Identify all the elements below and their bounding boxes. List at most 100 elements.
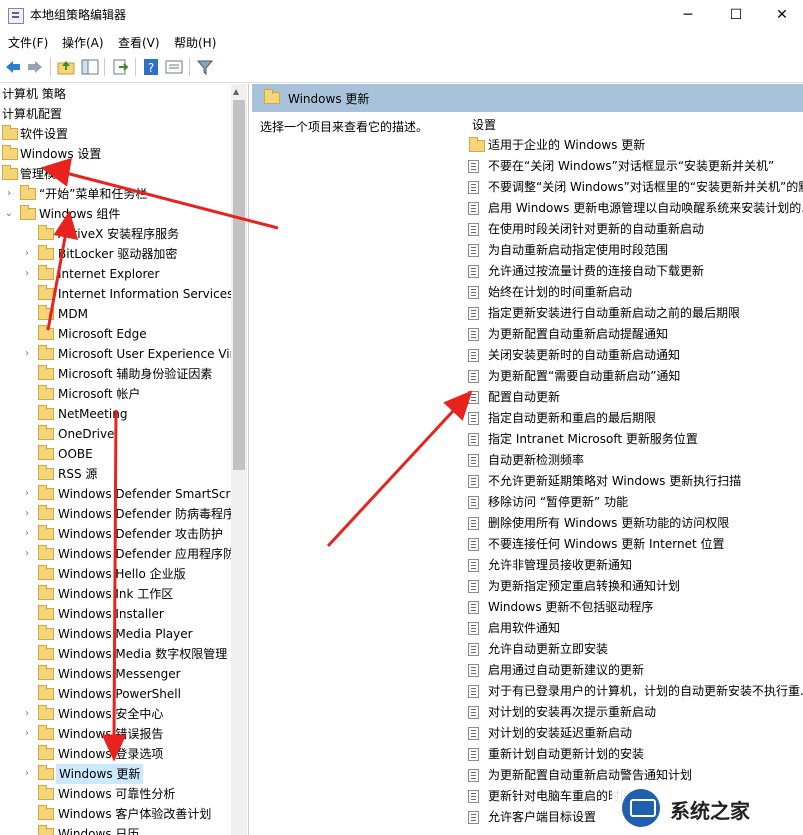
policy-setting-icon	[468, 454, 479, 467]
policy-setting-icon	[468, 538, 479, 551]
tree-item-label: BitLocker 驱动器加密	[58, 247, 178, 261]
expand-arrow-icon[interactable]: ›	[22, 764, 32, 784]
expand-arrow-icon[interactable]: ›	[22, 724, 32, 744]
tree-item-label: OneDrive	[58, 427, 115, 441]
policy-setting-icon	[468, 580, 479, 593]
tree-item-label: Windows Media 数字权限管理	[58, 647, 228, 661]
back-icon[interactable]	[4, 58, 22, 76]
tree-item[interactable]: › BitLocker 驱动器加密	[0, 244, 230, 264]
policy-label: 重新计划自动更新计划的安装	[488, 747, 645, 761]
tree-item[interactable]: › Windows Defender 攻击防护	[0, 524, 230, 544]
menu-view[interactable]: 查看(V)	[118, 34, 160, 51]
tree-item[interactable]: Windows Ink 工作区	[0, 584, 230, 604]
tree-item[interactable]: Microsoft Edge	[0, 324, 230, 344]
policy-label: 对于有已登录用户的计算机，计划的自动更新安装不执行重...	[488, 684, 803, 698]
tree-item[interactable]: Internet Information Services	[0, 284, 234, 304]
policy-setting-icon	[468, 307, 479, 320]
menu-help[interactable]: 帮助(H)	[174, 34, 216, 51]
filter-icon[interactable]	[196, 58, 214, 76]
collapse-arrow-icon[interactable]: ⌄	[4, 204, 14, 224]
expand-arrow-icon[interactable]: ›	[22, 264, 32, 284]
tree-item[interactable]: RSS 源	[0, 464, 230, 484]
tree-item-label: Internet Explorer	[58, 267, 160, 281]
tree-item[interactable]: Microsoft 辅助身份验证因素	[0, 364, 230, 384]
tree-item[interactable]: Windows 可靠性分析	[0, 784, 230, 804]
tree-item[interactable]: Windows 日历	[0, 824, 230, 835]
expand-arrow-icon[interactable]: ›	[22, 544, 32, 564]
expand-arrow-icon[interactable]: ›	[22, 244, 32, 264]
tree-item-label: Windows 登录选项	[58, 747, 164, 761]
policy-label: 允许非管理员接收更新通知	[488, 558, 633, 572]
folder-icon	[20, 185, 36, 200]
tree-item-selected[interactable]: › Windows 更新	[0, 764, 230, 784]
tree-item[interactable]: 软件设置	[0, 124, 230, 144]
expand-arrow-icon[interactable]: ›	[22, 524, 32, 544]
tree-item[interactable]: 计算机配置	[0, 104, 230, 124]
close-button[interactable]: ✕	[759, 0, 803, 30]
show-hide-tree-icon[interactable]	[81, 58, 99, 76]
tree-item[interactable]: Microsoft 帐户	[0, 384, 230, 404]
tree-item[interactable]: Windows Installer	[0, 604, 230, 624]
policy-label: 移除访问 “暂停更新” 功能	[488, 495, 629, 509]
expand-arrow-icon[interactable]: ›	[22, 504, 32, 524]
tree-item[interactable]: › Microsoft User Experience Vir	[0, 344, 235, 364]
tree-item[interactable]: › Internet Explorer	[0, 264, 230, 284]
scroll-up-icon[interactable]: ▲	[233, 87, 239, 96]
tree-item[interactable]: Windows PowerShell	[0, 684, 230, 704]
tree-item[interactable]: 计算机 策略	[0, 84, 230, 104]
policy-setting-icon	[468, 370, 479, 383]
tree-item[interactable]: OOBE	[0, 444, 230, 464]
expand-arrow-icon[interactable]: ›	[4, 184, 14, 204]
export-list-icon[interactable]	[111, 58, 129, 76]
policy-label: 对计划的安装再次提示重新启动	[488, 705, 657, 719]
folder-icon	[38, 625, 54, 640]
tree-item-label: Microsoft 辅助身份验证因素	[58, 367, 213, 381]
minimize-button[interactable]: ─	[665, 0, 711, 30]
policy-label: 更新针对电脑车重启的时间	[488, 789, 633, 803]
tree-item[interactable]: Windows 客户体验改善计划	[0, 804, 230, 824]
folder-icon	[38, 425, 54, 440]
menu-action[interactable]: 操作(A)	[62, 34, 104, 51]
tree-item[interactable]: Windows Messenger	[0, 664, 230, 684]
tree-item[interactable]: OneDrive	[0, 424, 230, 444]
tree-item[interactable]: › Windows 安全中心	[0, 704, 230, 724]
tree-item[interactable]: › “开始”菜单和任务栏	[0, 184, 230, 204]
help-icon[interactable]: ?	[142, 58, 160, 76]
expand-arrow-icon[interactable]: ›	[22, 484, 32, 504]
forward-icon[interactable]	[26, 58, 44, 76]
tree-item[interactable]: NetMeeting	[0, 404, 230, 424]
expand-arrow-icon[interactable]: ›	[22, 344, 32, 364]
expand-arrow-icon[interactable]: ›	[22, 704, 32, 724]
tree-item[interactable]: Windows 设置	[0, 144, 230, 164]
tree-item[interactable]: Windows 登录选项	[0, 744, 230, 764]
up-folder-icon[interactable]	[57, 58, 75, 76]
policy-label: 为更新指定预定重启转换和通知计划	[488, 579, 681, 593]
tree-item[interactable]: › Windows Defender 应用程序防	[0, 544, 235, 564]
policy-label: 允许通过按流量计费的连接自动下载更新	[488, 264, 705, 278]
tree-scrollbar-thumb[interactable]	[233, 100, 245, 470]
tree-item[interactable]: Windows Media Player	[0, 624, 230, 644]
tree-item[interactable]: ⌄ Windows 组件	[0, 204, 230, 224]
policy-setting-icon	[468, 265, 479, 278]
folder-icon	[38, 465, 54, 480]
tree-item[interactable]: › Windows Defender SmartScre	[0, 484, 238, 504]
policy-label: 启用通过自动更新建议的更新	[488, 663, 645, 677]
folder-icon	[2, 145, 18, 160]
policy-setting-icon	[468, 748, 479, 761]
policy-setting-icon	[468, 496, 479, 509]
properties-icon[interactable]	[165, 58, 183, 76]
folder-icon	[38, 325, 54, 340]
tree-item[interactable]: › Windows Defender 防病毒程序	[0, 504, 235, 524]
tree-item[interactable]: MDM	[0, 304, 230, 324]
folder-icon	[38, 365, 54, 380]
maximize-button[interactable]: ☐	[713, 0, 759, 30]
tree-item-label: Internet Information Services	[58, 287, 234, 301]
tree-item[interactable]: Windows Media 数字权限管理	[0, 644, 230, 664]
tree-item[interactable]: Windows Hello 企业版	[0, 564, 230, 584]
tree-item[interactable]: ActiveX 安装程序服务	[0, 224, 230, 244]
settings-column-header[interactable]: 设置	[472, 116, 496, 133]
policy-setting-icon	[468, 601, 479, 614]
tree-item[interactable]: › Windows 错误报告	[0, 724, 230, 744]
menu-file[interactable]: 文件(F)	[8, 34, 48, 51]
tree-item[interactable]: 管理模板	[0, 164, 230, 184]
